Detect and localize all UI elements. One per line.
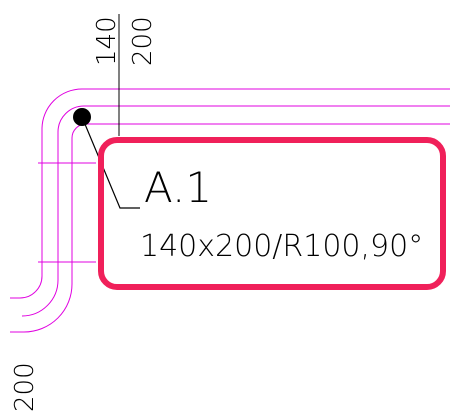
- tag-label: A.1: [144, 163, 212, 212]
- dimension-text-140: 140: [92, 16, 122, 66]
- cad-drawing: 140 200 200 A.1 140x200/R100,90°: [0, 0, 450, 415]
- leader-marker-dot: [73, 108, 91, 126]
- tag-description: 140x200/R100,90°: [140, 229, 423, 264]
- dimension-text-200-bottom: 200: [10, 362, 40, 412]
- dimension-text-200-top: 200: [128, 16, 158, 66]
- drawing-background: [0, 0, 450, 415]
